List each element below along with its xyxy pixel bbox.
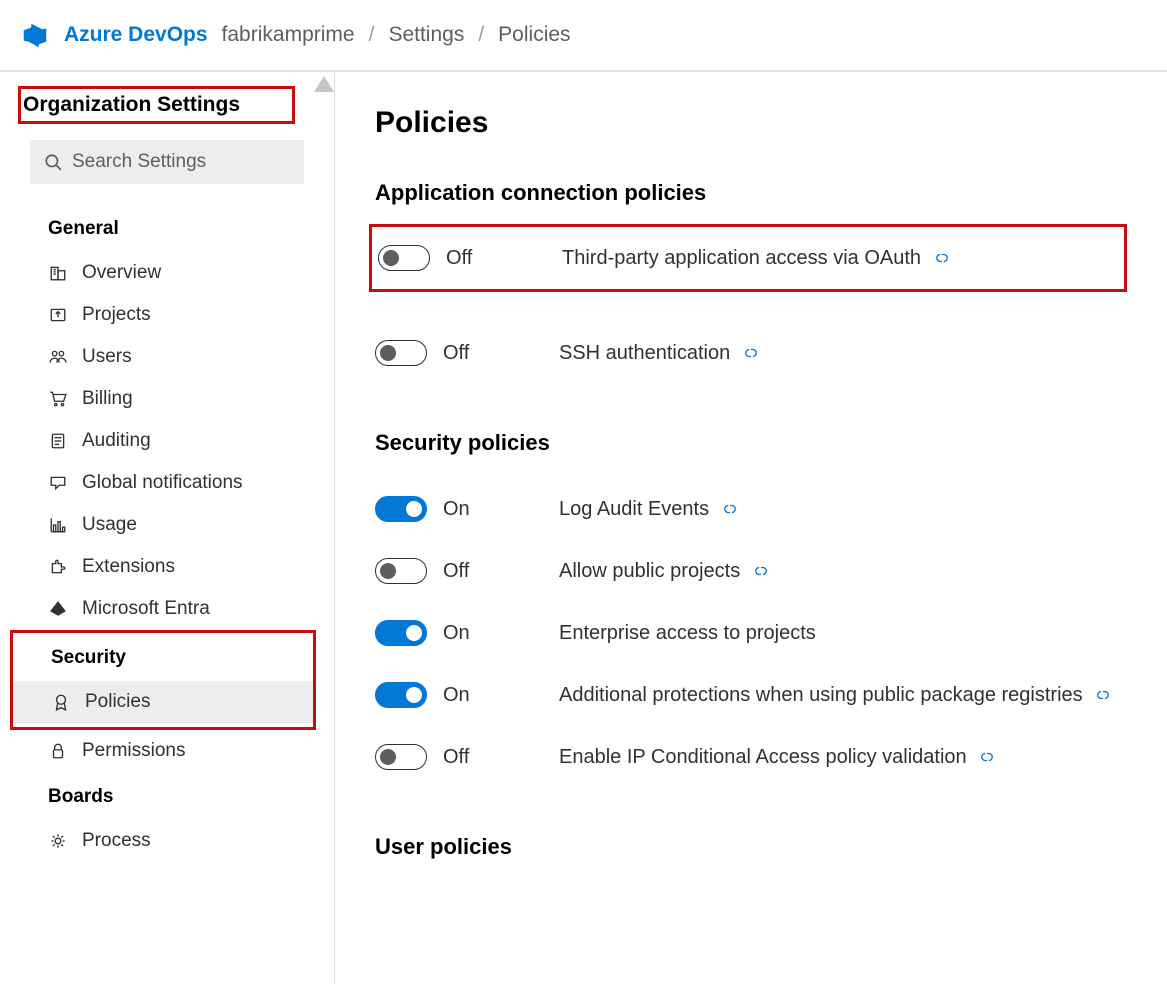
policy-row-ip-conditional: Off Enable IP Conditional Access policy … [375, 726, 1127, 788]
policy-row-public-projects: Off Allow public projects [375, 540, 1127, 602]
section-user-policies: User policies [375, 834, 1127, 860]
sidebar-item-label: Policies [85, 691, 150, 713]
policy-row-oauth: Off Third-party application access via O… [369, 224, 1127, 292]
chat-icon [48, 473, 68, 493]
lock-icon [48, 741, 68, 761]
scroll-up-indicator-icon[interactable] [314, 76, 334, 92]
breadcrumb-settings[interactable]: Settings [388, 23, 464, 47]
users-icon [48, 347, 68, 367]
section-security-policies: Security policies [375, 430, 1127, 456]
page-title: Policies [375, 106, 1127, 140]
toggle-state: Off [443, 560, 503, 583]
link-icon[interactable] [754, 563, 770, 579]
sidebar-item-label: Users [82, 346, 132, 368]
policy-label: Enable IP Conditional Access policy vali… [519, 746, 996, 769]
highlight-security-section: Security Policies [10, 630, 316, 730]
link-icon[interactable] [723, 501, 739, 517]
sidebar-section-security: Security [13, 633, 313, 681]
sidebar-item-projects[interactable]: Projects [0, 294, 334, 336]
sidebar-item-label: Process [82, 830, 151, 852]
sidebar-item-label: Projects [82, 304, 151, 326]
building-icon [48, 263, 68, 283]
sidebar-item-usage[interactable]: Usage [0, 504, 334, 546]
toggle-state: Off [443, 342, 503, 365]
toggle-state: Off [443, 746, 503, 769]
sidebar-item-label: Global notifications [82, 472, 243, 494]
product-name[interactable]: Azure DevOps [64, 23, 208, 47]
breadcrumb-org[interactable]: fabrikamprime [222, 23, 355, 47]
policy-row-audit: On Log Audit Events [375, 478, 1127, 540]
policy-label: Allow public projects [519, 560, 770, 583]
search-settings-box[interactable] [30, 140, 304, 184]
sidebar-item-process[interactable]: Process [0, 820, 334, 862]
link-icon[interactable] [935, 250, 951, 266]
gear-icon [48, 831, 68, 851]
sidebar-item-label: Extensions [82, 556, 175, 578]
chart-icon [48, 515, 68, 535]
badge-icon [51, 692, 71, 712]
policy-label: Additional protections when using public… [519, 684, 1112, 707]
highlight-org-settings: Organization Settings [18, 86, 295, 124]
sidebar-item-label: Permissions [82, 740, 185, 762]
search-icon [44, 153, 62, 171]
section-app-connection: Application connection policies [375, 180, 1127, 206]
link-icon[interactable] [980, 749, 996, 765]
policy-label: Third-party application access via OAuth [522, 247, 951, 270]
policy-label: SSH authentication [519, 342, 760, 365]
toggle-package-registries[interactable] [375, 682, 427, 708]
sidebar-item-label: Overview [82, 262, 161, 284]
sidebar-item-extensions[interactable]: Extensions [0, 546, 334, 588]
toggle-state: On [443, 684, 503, 707]
sidebar-item-global-notifications[interactable]: Global notifications [0, 462, 334, 504]
sidebar-item-label: Microsoft Entra [82, 598, 210, 620]
toggle-ssh[interactable] [375, 340, 427, 366]
sidebar-item-policies[interactable]: Policies [13, 681, 313, 723]
sidebar-item-label: Billing [82, 388, 133, 410]
sidebar-item-microsoft-entra[interactable]: Microsoft Entra [0, 588, 334, 630]
toggle-state: Off [446, 247, 506, 270]
toggle-state: On [443, 498, 503, 521]
sidebar-title: Organization Settings [23, 93, 240, 116]
sidebar-item-users[interactable]: Users [0, 336, 334, 378]
puzzle-icon [48, 557, 68, 577]
toggle-oauth[interactable] [378, 245, 430, 271]
toggle-enterprise-access[interactable] [375, 620, 427, 646]
breadcrumb-bar: Azure DevOps fabrikamprime / Settings / … [0, 0, 1167, 72]
sidebar-section-boards: Boards [0, 772, 334, 820]
link-icon[interactable] [744, 345, 760, 361]
sidebar-item-label: Usage [82, 514, 137, 536]
main-content: Policies Application connection policies… [335, 72, 1167, 984]
sidebar-item-billing[interactable]: Billing [0, 378, 334, 420]
toggle-ip-conditional[interactable] [375, 744, 427, 770]
sidebar-item-label: Auditing [82, 430, 151, 452]
sidebar-item-overview[interactable]: Overview [0, 252, 334, 294]
breadcrumb-sep: / [369, 23, 375, 47]
policy-label: Log Audit Events [519, 498, 739, 521]
sidebar-item-auditing[interactable]: Auditing [0, 420, 334, 462]
breadcrumb-sep: / [478, 23, 484, 47]
link-icon[interactable] [1096, 687, 1112, 703]
breadcrumb-policies[interactable]: Policies [498, 23, 570, 47]
policy-row-ssh: Off SSH authentication [375, 322, 1127, 384]
azure-devops-logo-icon[interactable] [20, 20, 50, 50]
search-settings-input[interactable] [72, 151, 290, 173]
policy-label: Enterprise access to projects [519, 622, 816, 645]
sidebar: Organization Settings General [0, 72, 335, 984]
sidebar-item-permissions[interactable]: Permissions [0, 730, 334, 772]
entra-icon [48, 599, 68, 619]
policy-row-enterprise-access: On Enterprise access to projects [375, 602, 1127, 664]
toggle-public-projects[interactable] [375, 558, 427, 584]
policy-row-package-registries: On Additional protections when using pub… [375, 664, 1127, 726]
cart-icon [48, 389, 68, 409]
upload-icon [48, 305, 68, 325]
toggle-audit[interactable] [375, 496, 427, 522]
sidebar-section-general: General [0, 204, 334, 252]
notes-icon [48, 431, 68, 451]
toggle-state: On [443, 622, 503, 645]
